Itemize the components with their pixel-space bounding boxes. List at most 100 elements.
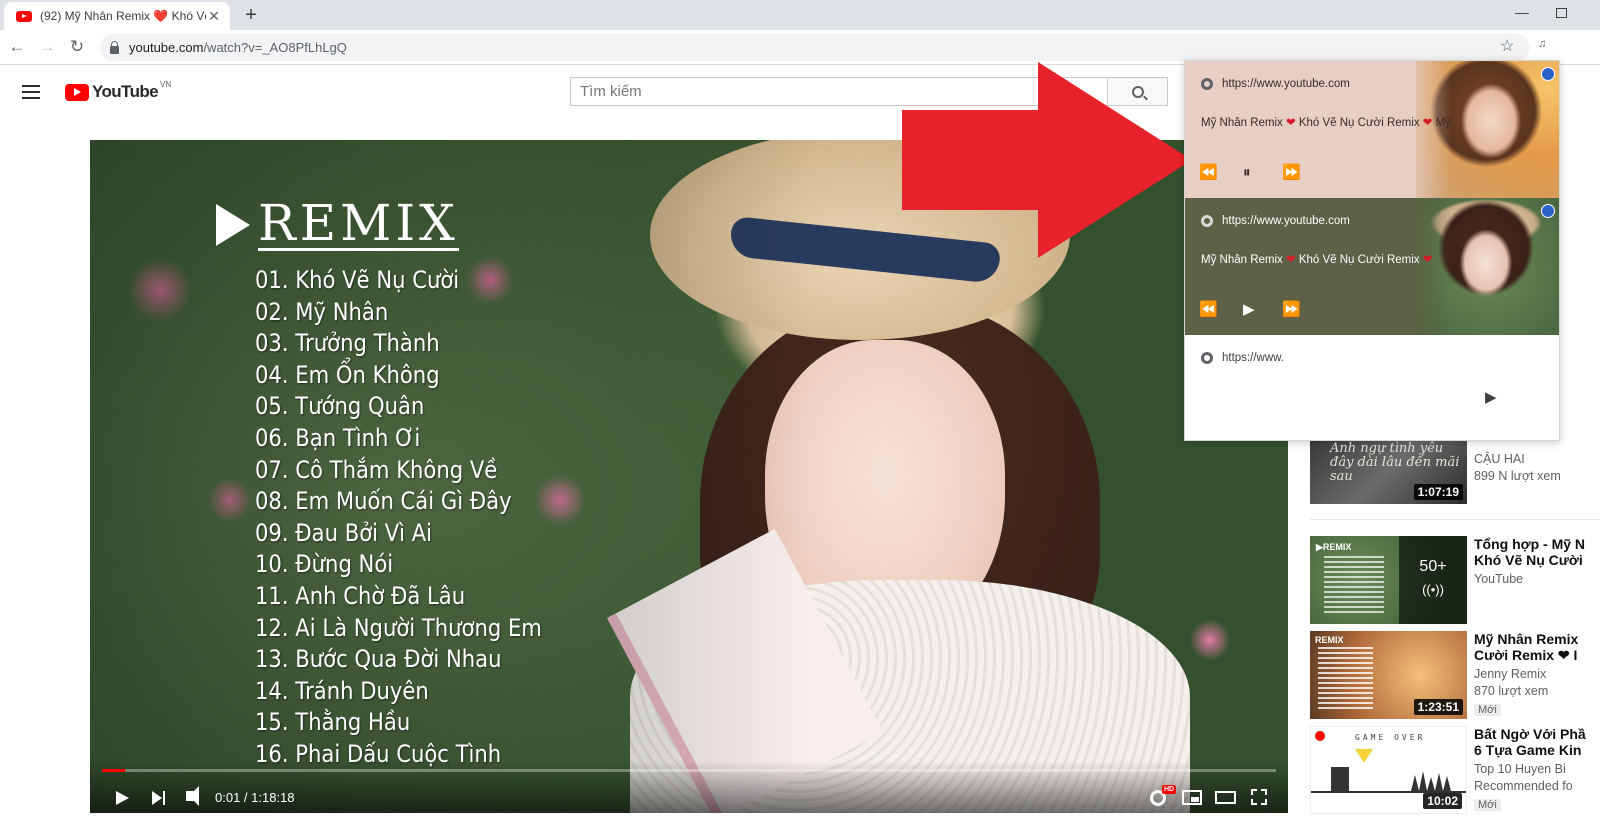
theater-mode-icon[interactable] bbox=[1215, 791, 1236, 804]
track-item: 09. Đau Bởi Vì Ai bbox=[255, 518, 433, 547]
heart-icon: ❤ bbox=[1422, 117, 1433, 129]
chrome-icon bbox=[1201, 215, 1213, 227]
thumbnail-text: Anh ngự tình yêu đây dài lâu đến mãi sau bbox=[1330, 441, 1460, 484]
forward-arrow-icon[interactable]: → bbox=[36, 36, 58, 58]
new-tab-button[interactable]: + bbox=[240, 4, 262, 26]
youtube-logo-text: YouTube bbox=[92, 82, 159, 101]
previous-track-icon[interactable]: ⏪ bbox=[1199, 164, 1218, 182]
media-controls-popup: https://www.youtube.com Mỹ Nhân Remix ❤ … bbox=[1184, 60, 1560, 441]
track-item: 01. Khó Vẽ Nụ Cười bbox=[255, 266, 460, 294]
track-item: 13. Bước Qua Đời Nhau bbox=[255, 645, 502, 674]
next-video-icon[interactable] bbox=[152, 791, 165, 805]
arrow-icon bbox=[1355, 749, 1373, 763]
duration-badge: 1:23:51 bbox=[1413, 699, 1463, 715]
browser-tab[interactable]: (92) Mỹ Nhân Remix ❤️ Khó Vẽ Nụ ✕ bbox=[4, 2, 230, 30]
recommended-label: Recommended fo bbox=[1474, 779, 1573, 793]
video-title[interactable]: Bất Ngờ Với Phầ bbox=[1474, 726, 1600, 742]
playlist-overlay: 50+ ((•)) bbox=[1399, 536, 1467, 624]
progress-fill bbox=[102, 769, 126, 772]
video-title-line2[interactable]: Khó Vẽ Nụ Cười bbox=[1474, 552, 1600, 568]
lock-icon bbox=[110, 40, 119, 54]
menu-icon[interactable] bbox=[22, 85, 40, 99]
maximize-window-icon[interactable] bbox=[1556, 8, 1567, 18]
media-session-item[interactable]: https://www.youtube.com Mỹ Nhân Remix ❤ … bbox=[1185, 61, 1559, 198]
play-icon[interactable] bbox=[116, 791, 129, 805]
channel-name[interactable]: CẬU HAI bbox=[1474, 451, 1600, 468]
duration-badge: 10:02 bbox=[1423, 793, 1462, 809]
video-thumbnail[interactable]: Anh ngự tình yêu đây dài lâu đến mãi sau… bbox=[1310, 440, 1467, 504]
thumbnail-text: GAME OVER bbox=[1355, 733, 1426, 742]
tab-title: (92) Mỹ Nhân Remix ❤️ Khó Vẽ Nụ bbox=[40, 9, 206, 23]
media-title: Mỹ Nhân Remix ❤ Khó Vẽ Nụ Cười Remix ❤ M… bbox=[1201, 117, 1451, 129]
reload-icon[interactable]: ↻ bbox=[66, 36, 88, 58]
track-item: 03. Trưởng Thành bbox=[255, 329, 440, 358]
track-item: 05. Tướng Quân bbox=[255, 392, 425, 421]
channel-name[interactable]: Jenny Remix bbox=[1474, 666, 1600, 683]
heart-icon: ❤ bbox=[1286, 117, 1296, 129]
suggestion-item[interactable]: REMIX 1:23:51 Mỹ Nhân Remix Cười Remix ❤… bbox=[1310, 631, 1600, 721]
suggestion-meta: CẬU HAI 899 N lượt xem bbox=[1474, 440, 1600, 485]
track-item: 04. Em Ổn Không bbox=[255, 360, 440, 389]
media-source: https://www.youtube.com bbox=[1201, 215, 1350, 227]
annotation-arrow bbox=[902, 62, 1192, 258]
volume-icon[interactable] bbox=[186, 791, 194, 801]
play-icon[interactable]: ▶ bbox=[1485, 389, 1497, 407]
next-track-icon[interactable]: ⏩ bbox=[1282, 164, 1301, 182]
track-item: 15. Thằng Hầu bbox=[255, 708, 411, 737]
player-controls: 0:01 / 1:18:18 HD bbox=[90, 761, 1288, 813]
time-display: 0:01 / 1:18:18 bbox=[215, 790, 295, 805]
media-title: Mỹ Nhân Remix ❤ Khó Vẽ Nụ Cười Remix ❤ bbox=[1201, 254, 1433, 266]
video-thumbnail[interactable]: ▶REMIX 50+ ((•)) bbox=[1310, 536, 1467, 624]
media-source: https://www.youtube.com bbox=[1201, 78, 1350, 90]
back-arrow-icon[interactable]: ← bbox=[6, 36, 28, 58]
channel-avatar-icon bbox=[1541, 67, 1555, 81]
media-source-url: https://www.youtube.com bbox=[1222, 215, 1350, 227]
bookmark-star-icon[interactable]: ☆ bbox=[1500, 36, 1514, 56]
minimize-window-icon[interactable]: — bbox=[1512, 4, 1532, 24]
view-count: 899 N lượt xem bbox=[1474, 469, 1561, 483]
play-icon[interactable]: ▶ bbox=[1243, 301, 1255, 319]
new-badge: Mới bbox=[1474, 704, 1501, 716]
cactus-icon bbox=[1411, 771, 1451, 791]
video-title[interactable]: Tổng hợp - Mỹ N bbox=[1474, 536, 1600, 552]
close-tab-icon[interactable]: ✕ bbox=[206, 8, 222, 25]
heart-icon: ❤ bbox=[1422, 254, 1433, 266]
pause-icon[interactable]: ⏸ bbox=[1243, 164, 1251, 182]
suggestion-item[interactable]: ▶REMIX 50+ ((•)) Tổng hợp - Mỹ N Khó Vẽ … bbox=[1310, 536, 1600, 626]
youtube-play-logo-icon bbox=[65, 83, 89, 101]
track-item: 12. Ai Là Người Thương Em bbox=[255, 613, 542, 642]
video-thumbnail[interactable]: GAME OVER 10:02 bbox=[1310, 726, 1467, 814]
video-thumbnail[interactable]: REMIX 1:23:51 bbox=[1310, 631, 1467, 719]
hd-badge: HD bbox=[1162, 785, 1177, 794]
track-item: 02. Mỹ Nhân bbox=[255, 297, 389, 326]
media-control-icon[interactable]: ♫ bbox=[1538, 38, 1554, 54]
media-session-item[interactable]: https://www.youtube.com Mỹ Nhân Remix ❤ … bbox=[1185, 198, 1559, 335]
media-session-item[interactable]: https://www. ▶ bbox=[1185, 335, 1559, 440]
fullscreen-icon[interactable] bbox=[1251, 789, 1267, 805]
media-source: https://www. bbox=[1201, 352, 1284, 364]
region-code: VN bbox=[160, 80, 172, 89]
remix-title: REMIX bbox=[258, 194, 459, 252]
track-list: 01. Khó Vẽ Nụ Cười 02. Mỹ Nhân 03. Trưởn… bbox=[255, 265, 581, 771]
suggestion-item[interactable]: GAME OVER 10:02 Bất Ngờ Với Phầ 6 Tựa Ga… bbox=[1310, 726, 1600, 816]
channel-name[interactable]: YouTube bbox=[1474, 571, 1600, 588]
next-track-icon[interactable]: ⏩ bbox=[1282, 301, 1301, 319]
suggestion-meta: Bất Ngờ Với Phầ 6 Tựa Game Kin Top 10 Hu… bbox=[1474, 726, 1600, 813]
miniplayer-icon[interactable] bbox=[1182, 790, 1202, 805]
track-item: 11. Anh Chờ Đã Lâu bbox=[255, 581, 466, 610]
address-bar[interactable]: youtube.com/watch?v=_AO8PfLhLgQ bbox=[100, 34, 1530, 61]
suggestion-meta: Tổng hợp - Mỹ N Khó Vẽ Nụ Cười YouTube bbox=[1474, 536, 1600, 588]
heart-icon: ❤ bbox=[1286, 254, 1296, 266]
media-source-url: https://www. bbox=[1222, 352, 1284, 364]
progress-bar[interactable] bbox=[102, 769, 1276, 772]
suggestion-item[interactable]: Anh ngự tình yêu đây dài lâu đến mãi sau… bbox=[1310, 440, 1600, 530]
track-item: 08. Em Muốn Cái Gì Đây bbox=[255, 487, 512, 516]
video-title[interactable]: Mỹ Nhân Remix bbox=[1474, 631, 1600, 647]
previous-track-icon[interactable]: ⏪ bbox=[1199, 301, 1218, 319]
remix-play-icon bbox=[216, 203, 250, 246]
video-title-line2[interactable]: Cười Remix ❤ I bbox=[1474, 647, 1600, 663]
youtube-logo[interactable]: YouTube VN bbox=[65, 80, 172, 102]
channel-name[interactable]: Top 10 Huyen Bi bbox=[1474, 761, 1600, 778]
track-item: 14. Tránh Duyên bbox=[255, 676, 429, 705]
video-title-line2[interactable]: 6 Tựa Game Kin bbox=[1474, 742, 1600, 758]
